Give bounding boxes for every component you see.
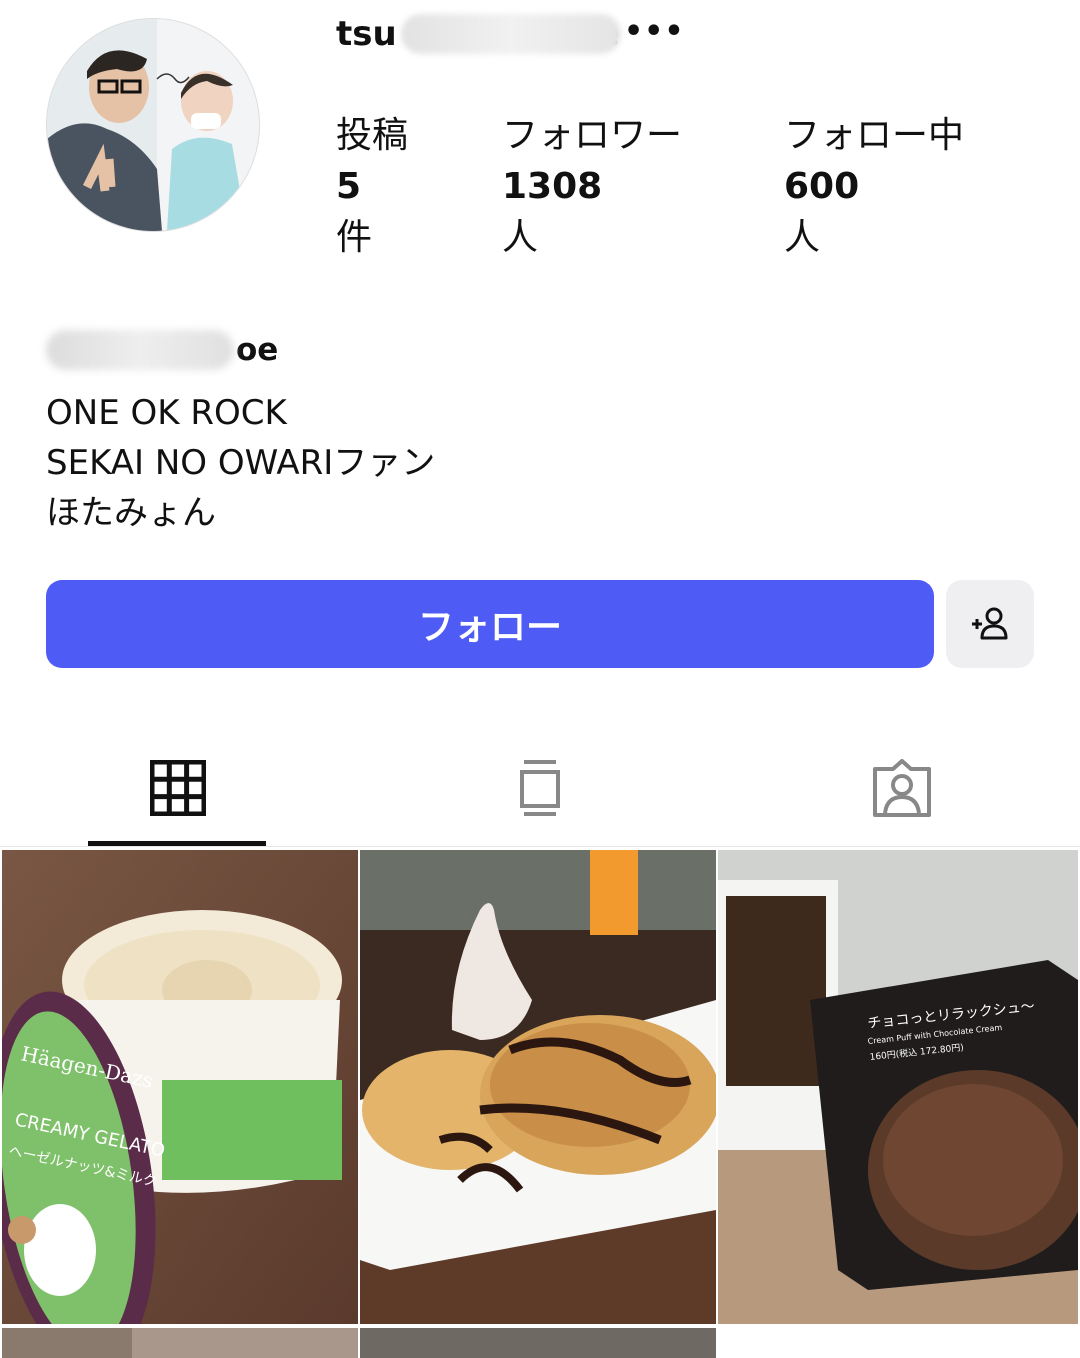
stat-posts-label: 投稿 xyxy=(336,115,409,156)
tagged-icon xyxy=(873,759,931,817)
profile-tabs xyxy=(0,730,1080,847)
bio-line: ほたみょん xyxy=(46,493,216,533)
stat-followers-unit: 人 xyxy=(502,217,539,258)
post-thumbnail[interactable] xyxy=(360,1328,716,1358)
profile-username: tsu e xyxy=(336,14,621,54)
avatar-photo xyxy=(47,19,259,231)
add-person-icon xyxy=(972,607,1008,640)
username-blur xyxy=(400,14,621,54)
post-thumbnail[interactable] xyxy=(2,1328,358,1358)
post-photo xyxy=(2,1328,358,1358)
display-name-blur xyxy=(46,330,234,370)
stat-followers-value: 1308 xyxy=(502,166,603,207)
stat-posts-value: 5 xyxy=(336,166,362,207)
follow-button[interactable]: フォロー xyxy=(46,580,934,668)
tab-posts-grid[interactable] xyxy=(88,730,268,846)
stat-followers[interactable]: フォロワー 1308 人 xyxy=(502,110,682,263)
display-name-tail: oe xyxy=(236,332,279,368)
post-thumbnail[interactable]: チョコっとリラックシュ〜 Cream Puff with Chocolate C… xyxy=(718,850,1078,1324)
bio-line: SEKAI NO OWARIファン xyxy=(46,443,436,483)
ice-cream-photo: Häagen-Dazs CREAMY GELATO ヘーゼルナッツ&ミルク xyxy=(2,850,358,1324)
cream-puff-photo: チョコっとリラックシュ〜 Cream Puff with Chocolate C… xyxy=(718,850,1078,1324)
username-text: tsu xyxy=(336,14,397,54)
stat-following-label: フォロー中 xyxy=(784,115,965,156)
stat-following[interactable]: フォロー中 600 人 xyxy=(784,110,964,263)
bio-line: ONE OK ROCK xyxy=(46,393,287,433)
profile-avatar[interactable] xyxy=(46,18,260,232)
pancake-photo xyxy=(360,850,716,1324)
display-name: oe xyxy=(46,330,278,370)
posts-grid: Häagen-Dazs CREAMY GELATO ヘーゼルナッツ&ミルク チョ… xyxy=(0,850,1080,1358)
grid-icon xyxy=(150,760,206,816)
stat-posts-unit: 件 xyxy=(336,217,373,258)
post-thumbnail[interactable] xyxy=(360,850,716,1324)
tab-reels[interactable] xyxy=(450,730,630,846)
stat-following-value: 600 xyxy=(784,166,860,207)
stat-following-unit: 人 xyxy=(784,217,821,258)
post-photo xyxy=(360,1328,716,1358)
reels-icon xyxy=(520,760,560,816)
stat-posts[interactable]: 投稿 5 件 xyxy=(336,110,408,263)
post-thumbnail[interactable]: Häagen-Dazs CREAMY GELATO ヘーゼルナッツ&ミルク xyxy=(2,850,358,1324)
stat-followers-label: フォロワー xyxy=(502,115,683,156)
tab-tagged[interactable] xyxy=(812,730,992,846)
profile-bio: ONE OK ROCK SEKAI NO OWARIファン ほたみょん xyxy=(46,388,435,538)
suggested-accounts-button[interactable] xyxy=(946,580,1034,668)
more-options-icon[interactable]: ••• xyxy=(624,14,685,49)
